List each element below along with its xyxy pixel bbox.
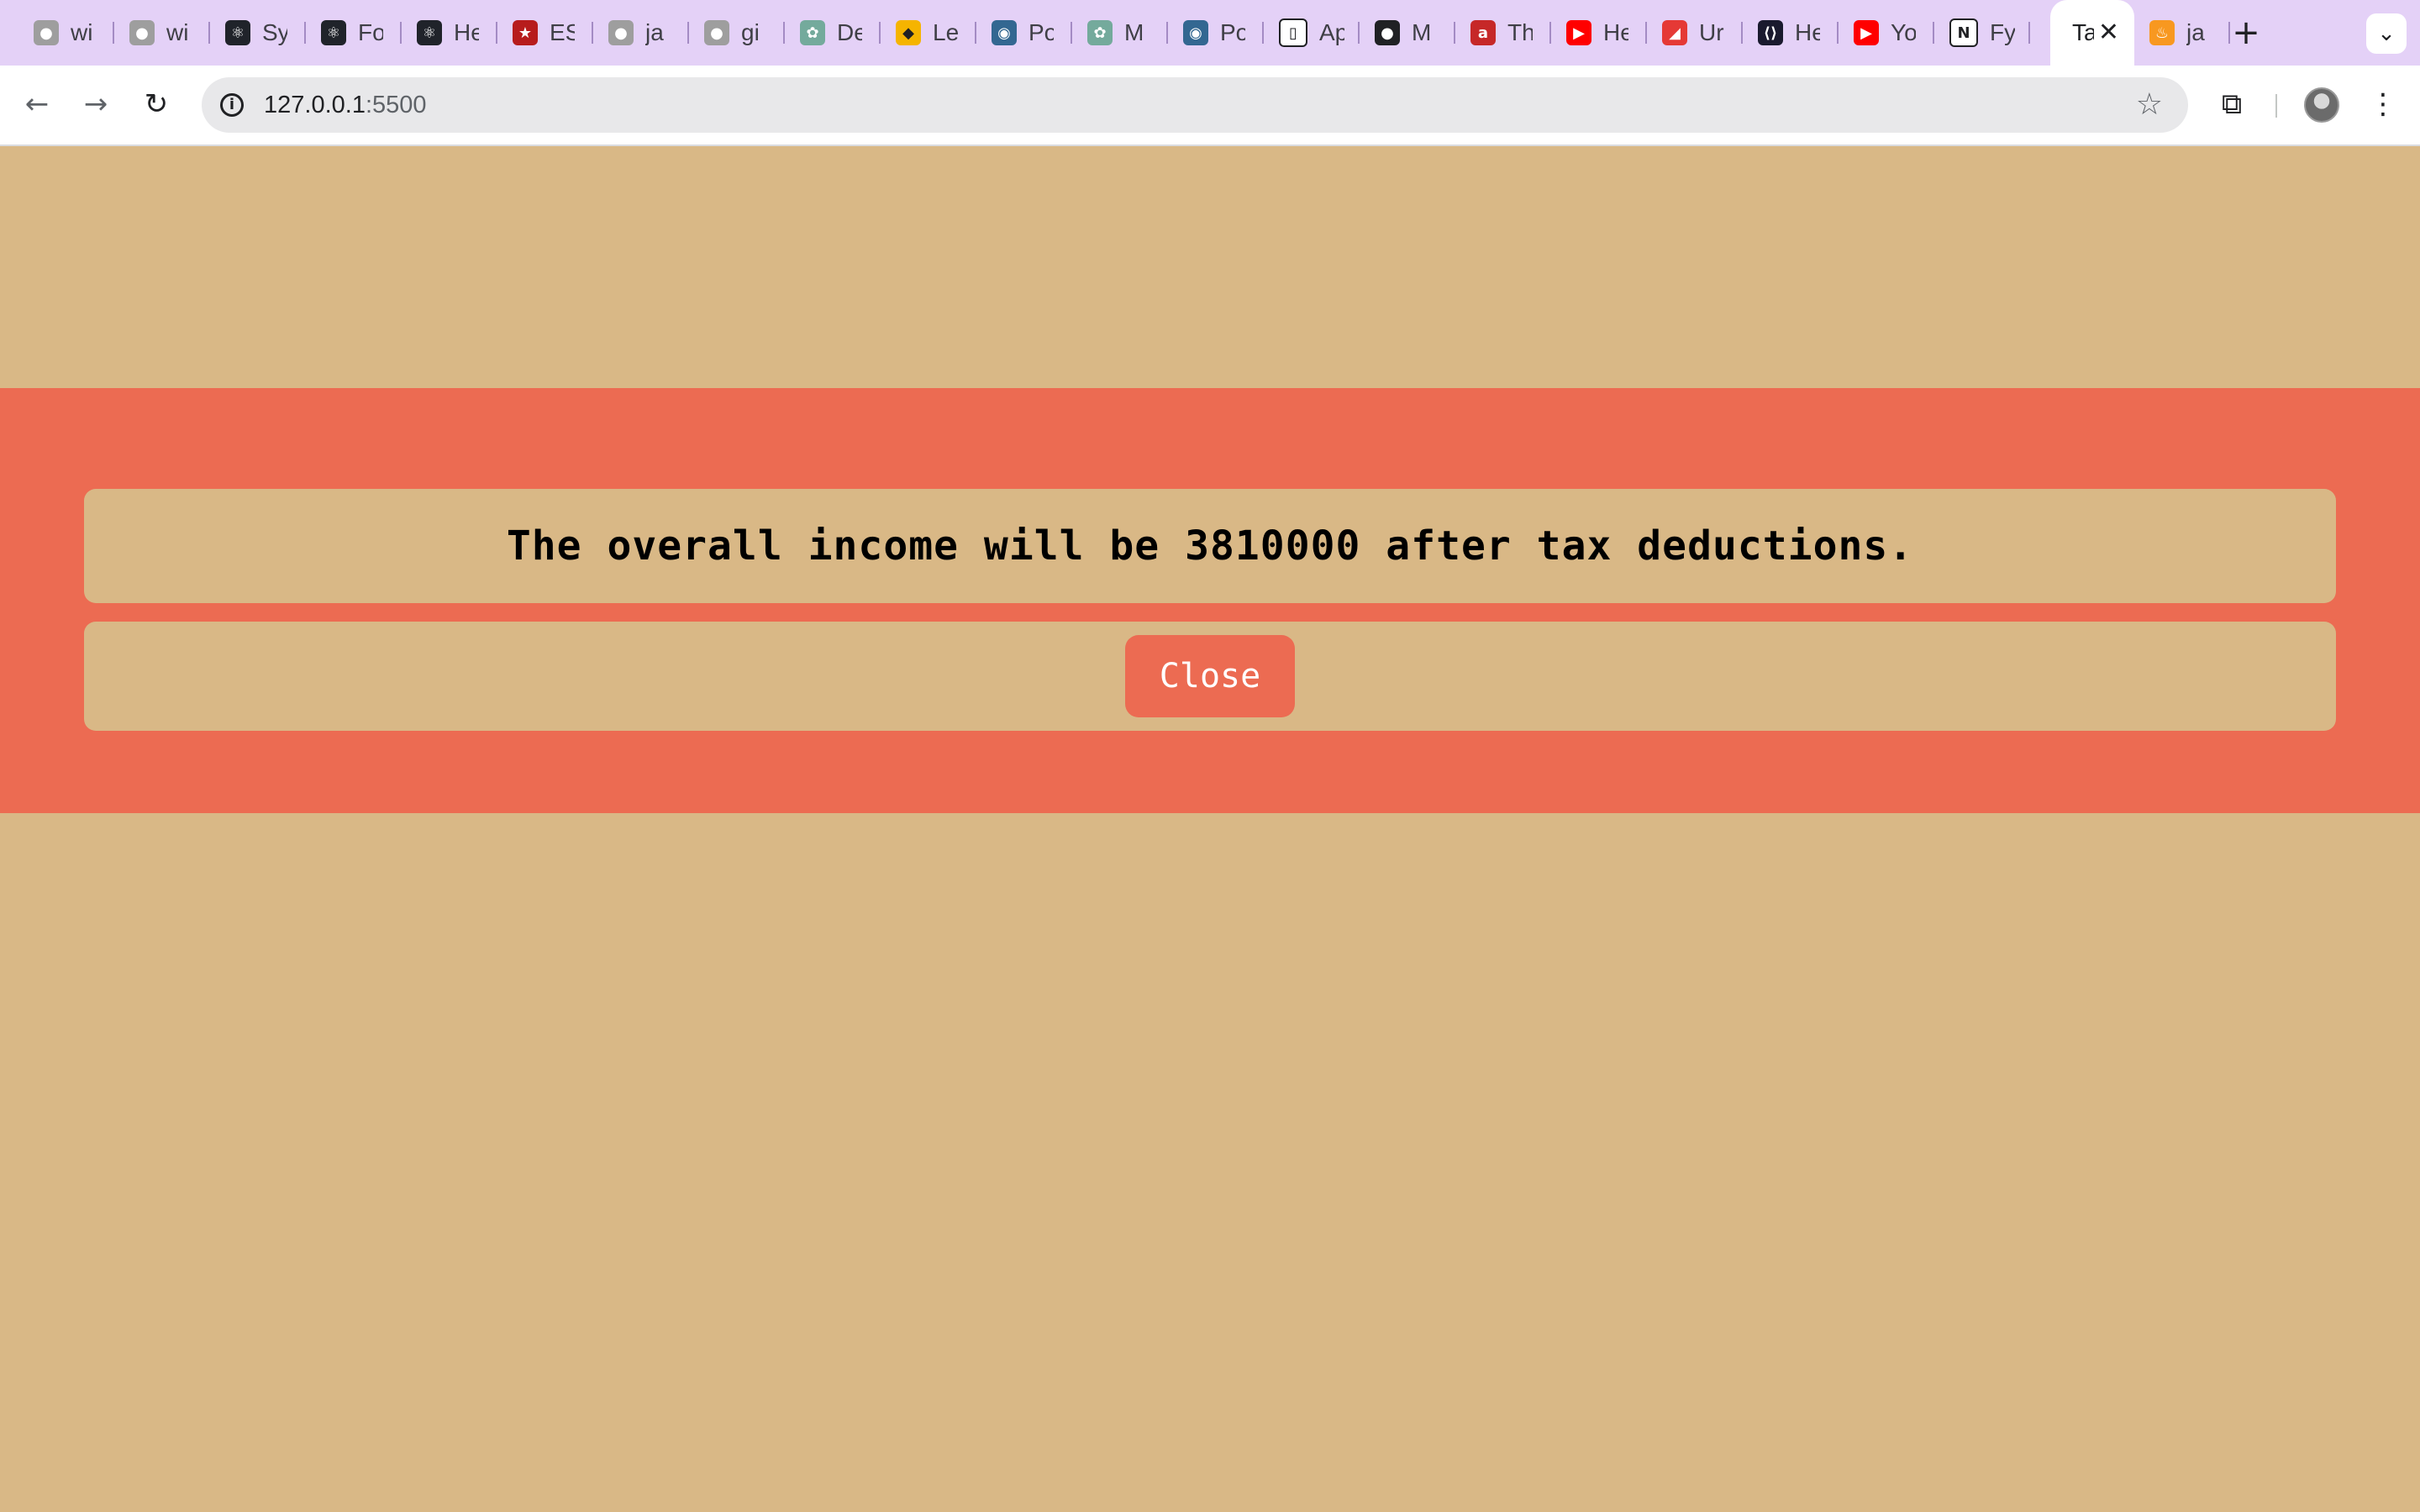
- browser-tab[interactable]: ✿ M: [1072, 0, 1168, 66]
- url-text[interactable]: 127.0.0.1:5500: [264, 77, 427, 133]
- github-icon: ●: [1375, 20, 1400, 45]
- site-info-icon[interactable]: i: [215, 88, 249, 122]
- address-bar[interactable]: i 127.0.0.1:5500 ☆: [202, 77, 2188, 133]
- browser-tab[interactable]: ★ ES: [497, 0, 593, 66]
- udemy-icon: ◢: [1662, 20, 1687, 45]
- browser-tab[interactable]: ▶ He: [1551, 0, 1647, 66]
- browser-tab[interactable]: a Th: [1455, 0, 1551, 66]
- browser-tab[interactable]: ⚛ Fo: [306, 0, 402, 66]
- close-tab-icon[interactable]: ✕: [2098, 18, 2119, 47]
- leetcode-icon: ◆: [896, 20, 921, 45]
- github-icon: ●: [608, 20, 634, 45]
- github-icon: ●: [704, 20, 729, 45]
- react-icon: ⚛: [321, 20, 346, 45]
- back-button[interactable]: ←: [15, 82, 59, 126]
- tab-title: Ta: [2072, 19, 2094, 45]
- tab-title: wi: [71, 19, 93, 45]
- browser-tab[interactable]: ✿ De: [785, 0, 881, 66]
- tab-search-button[interactable]: ⌄: [2366, 13, 2407, 54]
- star-icon: ★: [513, 20, 538, 45]
- close-button[interactable]: Close: [1125, 635, 1295, 717]
- tab-title: Yo: [1891, 19, 1916, 45]
- browser-tab[interactable]: ● wi: [18, 0, 114, 66]
- java-icon: ♨: [2149, 20, 2175, 45]
- postgres-icon: ◉: [992, 20, 1017, 45]
- tab-title: ja: [645, 19, 664, 45]
- browser-toolbar: ← → ↻ i 127.0.0.1:5500 ☆ ⧉ ⋮: [0, 66, 2420, 146]
- document-icon: ▯: [1279, 18, 1307, 47]
- tab-title: M: [1124, 19, 1144, 45]
- result-message: The overall income will be 3810000 after…: [506, 522, 1914, 570]
- tab-title: Ur: [1699, 19, 1724, 45]
- browser-tab[interactable]: ⟨⟩ He: [1743, 0, 1839, 66]
- chatgpt-icon: ✿: [1087, 20, 1113, 45]
- browser-tab[interactable]: ● M: [1360, 0, 1455, 66]
- forward-button[interactable]: →: [74, 82, 118, 126]
- menu-icon[interactable]: ⋮: [2361, 82, 2405, 126]
- url-port: :5500: [365, 92, 427, 118]
- react-icon: ⚛: [225, 20, 250, 45]
- browser-tab[interactable]: ● ja: [593, 0, 689, 66]
- extensions-icon[interactable]: ⧉: [2210, 82, 2254, 126]
- tab-title: He: [1603, 19, 1628, 45]
- message-box: The overall income will be 3810000 after…: [84, 489, 2336, 603]
- browser-tab[interactable]: ⚛ Sy: [210, 0, 306, 66]
- notion-icon: N: [1949, 18, 1978, 47]
- code-icon: ⟨⟩: [1758, 20, 1783, 45]
- browser-tab[interactable]: ◢ Ur: [1647, 0, 1743, 66]
- tab-title: He: [454, 19, 479, 45]
- browser-tab[interactable]: ⚛ He: [402, 0, 497, 66]
- tab-title: wi: [166, 19, 189, 45]
- postgres-icon: ◉: [1183, 20, 1208, 45]
- action-box: Close: [84, 622, 2336, 731]
- browser-tab[interactable]: ♨ ja: [2134, 0, 2230, 66]
- tab-title: Th: [1507, 19, 1533, 45]
- chatgpt-icon: ✿: [800, 20, 825, 45]
- tab-title: gi: [741, 19, 760, 45]
- tab-title: M: [1412, 19, 1432, 45]
- youtube-icon: ▶: [1854, 20, 1879, 45]
- tab-title: ja: [2186, 19, 2205, 45]
- browser-tab[interactable]: ● gi: [689, 0, 785, 66]
- browser-tab[interactable]: N Fy: [1934, 0, 2030, 66]
- browser-tab[interactable]: ▶ Yo: [1839, 0, 1934, 66]
- tab-list: ● wi ● wi ⚛ Sy ⚛ Fo ⚛ He ★ ES ● ja ● gi ✿ De ◆ Le ◉ Po ✿ M ◉ Po ▯ A…: [18, 0, 2230, 66]
- grey-circle-icon: ●: [129, 20, 155, 45]
- tab-title: Fo: [358, 19, 383, 45]
- browser-tab[interactable]: ◉ Po: [976, 0, 1072, 66]
- tab-title: De: [837, 19, 862, 45]
- tab-title: Ap: [1319, 19, 1344, 45]
- active-tab[interactable]: Ta ✕: [2050, 0, 2134, 66]
- browser-tab[interactable]: ◉ Po: [1168, 0, 1264, 66]
- youtube-icon: ▶: [1566, 20, 1591, 45]
- tab-title: Le: [933, 19, 958, 45]
- tab-title: Sy: [262, 19, 287, 45]
- react-icon: ⚛: [417, 20, 442, 45]
- bookmark-star-icon[interactable]: ☆: [2136, 77, 2163, 133]
- tab-strip: ● wi ● wi ⚛ Sy ⚛ Fo ⚛ He ★ ES ● ja ● gi ✿ De ◆ Le ◉ Po ✿ M ◉ Po ▯ A…: [0, 0, 2420, 66]
- tab-title: Fy: [1990, 19, 2015, 45]
- tab-title: Po: [1220, 19, 1245, 45]
- tab-title: He: [1795, 19, 1820, 45]
- new-tab-button[interactable]: +: [2227, 13, 2265, 52]
- tab-title: Po: [1028, 19, 1054, 45]
- result-modal: The overall income will be 3810000 after…: [0, 388, 2420, 813]
- reload-button[interactable]: ↻: [134, 82, 178, 126]
- toolbar-divider: [2275, 94, 2277, 118]
- browser-tab[interactable]: ● wi: [114, 0, 210, 66]
- profile-avatar[interactable]: [2304, 87, 2339, 123]
- browser-tab[interactable]: ▯ Ap: [1264, 0, 1360, 66]
- browser-tab[interactable]: ◆ Le: [881, 0, 976, 66]
- a-icon: a: [1470, 20, 1496, 45]
- grey-circle-icon: ●: [34, 20, 59, 45]
- tab-title: ES: [550, 19, 575, 45]
- url-host: 127.0.0.1: [264, 92, 366, 118]
